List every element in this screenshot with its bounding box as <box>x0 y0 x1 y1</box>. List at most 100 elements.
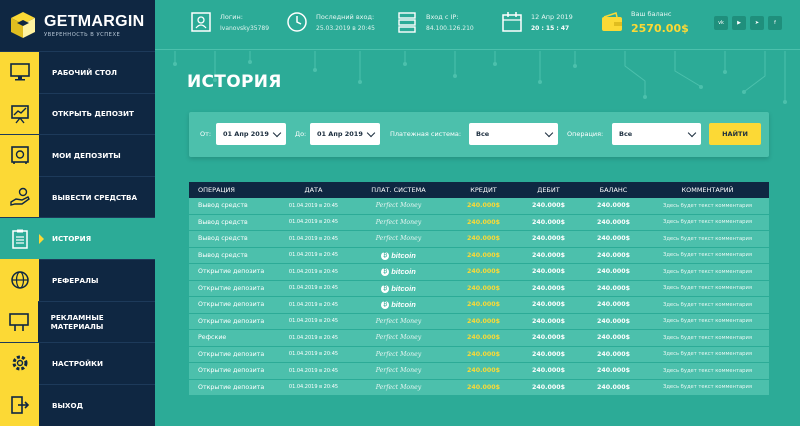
chevron-down-icon <box>366 128 376 138</box>
balance-cell: 240.000$ <box>596 235 631 243</box>
table-row[interactable]: Вывод средств 01.04.2019 в 20:45 Perfect M… <box>189 231 769 248</box>
balance-value: 2570.00$ <box>631 22 689 35</box>
ip-label: Вход с IP: <box>426 12 459 21</box>
balance-cell: 240.000$ <box>596 383 631 391</box>
debit-cell: 240.000$ <box>531 350 566 358</box>
clock-icon <box>287 12 307 32</box>
balance-cell: 240.000$ <box>596 268 631 276</box>
payment-system-select[interactable]: Все <box>469 123 558 145</box>
table-row[interactable]: Открытие депозита 01.04.2019 в 20:45 Perfe… <box>189 363 769 380</box>
sidebar-item-referrals[interactable]: РЕФЕРАЛЫ <box>0 258 155 302</box>
sidebar-item-my-deposits[interactable]: МОИ ДЕПОЗИТЫ <box>0 134 155 177</box>
table-row[interactable]: Открытие депозита 01.04.2019 в 20:45 Perfe… <box>189 313 769 330</box>
operation-cell: Вывод средств <box>198 235 248 243</box>
sidebar-item-dashboard[interactable]: РАБОЧИЙ СТОЛ <box>0 51 155 94</box>
operation-select[interactable]: Все <box>612 123 701 145</box>
vk-icon[interactable]: vk <box>714 16 728 30</box>
credit-cell: 240.000$ <box>466 202 501 210</box>
logo[interactable]: GETMARGIN УВЕРЕННОСТЬ В УСПЕХЕ <box>0 0 155 50</box>
billboard-icon <box>8 313 29 331</box>
date-cell: 01.04.2019 в 20:45 <box>288 252 339 259</box>
header-credit[interactable]: КРЕДИТ <box>451 186 516 194</box>
sidebar-item-open-deposit[interactable]: ОТКРЫТЬ ДЕПОЗИТ <box>0 92 155 135</box>
sidebar-item-settings[interactable]: НАСТРОЙКИ <box>0 342 155 385</box>
payment-system-name: Perfect Money <box>375 350 422 358</box>
sidebar-item-promo[interactable]: РЕКЛАМНЫЕ МАТЕРИАЛЫ <box>0 300 155 343</box>
balance-cell: 240.000$ <box>596 317 631 325</box>
sidebar-item-label: РЕКЛАМНЫЕ МАТЕРИАЛЫ <box>50 312 104 331</box>
table-row[interactable]: Открытие депозита 01.04.2019 в 20:45 Perfe… <box>189 379 769 396</box>
payment-system-name: bitcoin <box>391 300 416 310</box>
sidebar-item-history[interactable]: ИСТОРИЯ <box>0 217 155 260</box>
credit-cell: 240.000$ <box>466 268 501 276</box>
sidebar-item-label: РАБОЧИЙ СТОЛ <box>52 67 118 77</box>
date-cell: 01.04.2019 в 20:45 <box>288 285 339 292</box>
header-debit[interactable]: ДЕБИТ <box>516 186 581 194</box>
payment-system-name: Perfect Money <box>375 383 422 391</box>
table-row[interactable]: Вывод средств 01.04.2019 в 20:45 ₿ bitcoin 2… <box>189 247 769 264</box>
header-date[interactable]: ДАТА <box>281 186 346 194</box>
date-cell: 01.04.2019 в 20:45 <box>288 384 339 391</box>
table-row[interactable]: Вывод средств 01.04.2019 в 20:45 Perfect M… <box>189 214 769 231</box>
table-row[interactable]: Открытие депозита 01.04.2019 в 20:45 Perfe… <box>189 346 769 363</box>
from-label: От: <box>200 130 212 138</box>
find-button[interactable]: НАЙТИ <box>709 123 761 145</box>
history-table: ОПЕРАЦИЯ ДАТА ПЛАТ. СИСТЕМА КРЕДИТ ДЕБИТ… <box>189 182 769 396</box>
operation-cell: Вывод средств <box>198 202 248 210</box>
debit-cell: 240.000$ <box>531 235 566 243</box>
debit-cell: 240.000$ <box>531 334 566 342</box>
sidebar-item-label: ИСТОРИЯ <box>52 234 92 244</box>
table-row[interactable]: Открытие депозита 01.04.2019 в 20:45 ₿ bitc… <box>189 297 769 314</box>
sidebar-item-label: ОТКРЫТЬ ДЕПОЗИТ <box>52 109 134 119</box>
filter-panel: От: 01 Апр 2019 До: 01 Апр 2019 Платежна… <box>189 112 769 157</box>
payment-system-name: Perfect Money <box>375 202 422 210</box>
debit-cell: 240.000$ <box>531 268 566 276</box>
date-cell: 01.04.2019 в 20:45 <box>288 202 339 209</box>
youtube-icon[interactable]: ▶ <box>732 16 746 30</box>
credit-cell: 240.000$ <box>466 284 501 292</box>
id-card-icon <box>191 12 211 32</box>
credit-cell: 240.000$ <box>466 367 501 375</box>
payment-system-name: Perfect Money <box>375 317 422 325</box>
wallet-icon <box>602 11 622 31</box>
operation-cell: Открытие депозита <box>198 301 265 309</box>
login-label: Логин: <box>220 12 243 21</box>
chevron-down-icon <box>687 128 697 138</box>
payment-system-name: Perfect Money <box>375 334 422 342</box>
comment-cell: Здесь будет текст комментария <box>663 268 752 275</box>
calendar-icon <box>502 12 522 32</box>
date-info: 12 Апр 2019 20 : 15 : 47 <box>500 10 573 34</box>
ip-info: Вход с IP: 84.100.126.210 <box>395 10 474 34</box>
header-comment[interactable]: КОММЕНТАРИЙ <box>646 186 769 194</box>
payment-system-label: Платежная система: <box>390 130 462 138</box>
header-operation[interactable]: ОПЕРАЦИЯ <box>189 186 281 194</box>
comment-cell: Здесь будет текст комментария <box>663 235 752 242</box>
sidebar-item-logout[interactable]: ВЫХОД <box>0 383 155 426</box>
table-row[interactable]: Вывод средств 01.04.2019 в 20:45 Perfect M… <box>189 198 769 215</box>
payment-system-cell: Perfect Money <box>346 384 451 391</box>
comment-cell: Здесь будет текст комментария <box>663 367 752 374</box>
credit-cell: 240.000$ <box>466 235 501 243</box>
facebook-icon[interactable]: f <box>768 16 782 30</box>
payment-system-cell: Perfect Money <box>346 202 451 209</box>
to-date-select[interactable]: 01 Апр 2019 <box>310 123 380 145</box>
comment-cell: Здесь будет текст комментария <box>663 351 752 358</box>
table-row[interactable]: Открытие депозита 01.04.2019 в 20:45 ₿ bitc… <box>189 264 769 281</box>
sidebar-item-label: ВЫХОД <box>52 400 83 410</box>
globe-people-icon <box>10 271 29 290</box>
telegram-icon[interactable]: ➤ <box>750 16 764 30</box>
table-row[interactable]: Рефские 01.04.2019 в 20:45 Perfect Money 24… <box>189 330 769 347</box>
from-date-select[interactable]: 01 Апр 2019 <box>216 123 286 145</box>
balance-cell: 240.000$ <box>596 251 631 259</box>
ip-value: 84.100.126.210 <box>426 24 474 32</box>
debit-cell: 240.000$ <box>531 202 566 210</box>
table-row[interactable]: Открытие депозита 01.04.2019 в 20:45 ₿ bitc… <box>189 280 769 297</box>
table-header: ОПЕРАЦИЯ ДАТА ПЛАТ. СИСТЕМА КРЕДИТ ДЕБИТ… <box>189 182 769 198</box>
sidebar-item-withdraw[interactable]: ВЫВЕСТИ СРЕДСТВА <box>0 175 155 218</box>
login-info: Логин: Ivanovsky35789 <box>189 10 269 34</box>
payment-system-cell: ₿ bitcoin <box>346 267 451 277</box>
chevron-down-icon <box>544 128 554 138</box>
header-payment-system[interactable]: ПЛАТ. СИСТЕМА <box>346 186 451 194</box>
comment-cell: Здесь будет текст комментария <box>663 318 752 325</box>
header-balance[interactable]: БАЛАНС <box>581 186 646 194</box>
